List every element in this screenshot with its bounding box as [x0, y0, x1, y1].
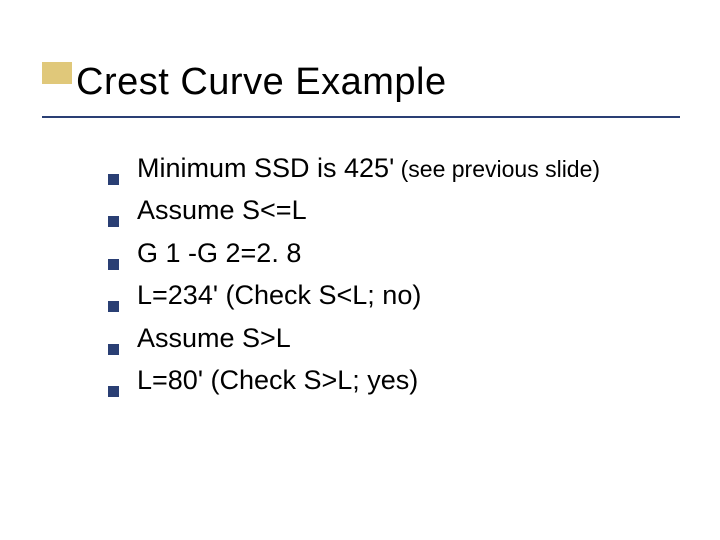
- bullet-text: Assume S<=L: [137, 192, 307, 228]
- bullet-main: L=234' (Check S<L; no): [137, 280, 421, 310]
- square-bullet-icon: [108, 259, 119, 270]
- square-bullet-icon: [108, 216, 119, 227]
- bullet-text: G 1 -G 2=2. 8: [137, 235, 301, 271]
- square-bullet-icon: [108, 344, 119, 355]
- list-item: Assume S<=L: [108, 192, 660, 228]
- list-item: Minimum SSD is 425' (see previous slide): [108, 150, 660, 186]
- bullet-text: Assume S>L: [137, 320, 291, 356]
- title-underline: [42, 116, 680, 118]
- bullet-text: L=80' (Check S>L; yes): [137, 362, 418, 398]
- bullet-main: Assume S>L: [137, 323, 291, 353]
- slide: Crest Curve Example Minimum SSD is 425' …: [0, 0, 720, 540]
- square-bullet-icon: [108, 386, 119, 397]
- list-item: Assume S>L: [108, 320, 660, 356]
- bullet-main: Minimum SSD is 425': [137, 153, 394, 183]
- bullet-note: (see previous slide): [394, 156, 600, 182]
- bullet-text: Minimum SSD is 425' (see previous slide): [137, 150, 600, 186]
- list-item: L=80' (Check S>L; yes): [108, 362, 660, 398]
- bullet-main: Assume S<=L: [137, 195, 307, 225]
- title-accent-square: [42, 62, 72, 84]
- title-block: Crest Curve Example: [42, 62, 680, 104]
- square-bullet-icon: [108, 174, 119, 185]
- slide-body: Minimum SSD is 425' (see previous slide)…: [108, 150, 660, 405]
- slide-title: Crest Curve Example: [76, 62, 680, 104]
- list-item: G 1 -G 2=2. 8: [108, 235, 660, 271]
- bullet-text: L=234' (Check S<L; no): [137, 277, 421, 313]
- square-bullet-icon: [108, 301, 119, 312]
- bullet-main: L=80' (Check S>L; yes): [137, 365, 418, 395]
- list-item: L=234' (Check S<L; no): [108, 277, 660, 313]
- bullet-main: G 1 -G 2=2. 8: [137, 238, 301, 268]
